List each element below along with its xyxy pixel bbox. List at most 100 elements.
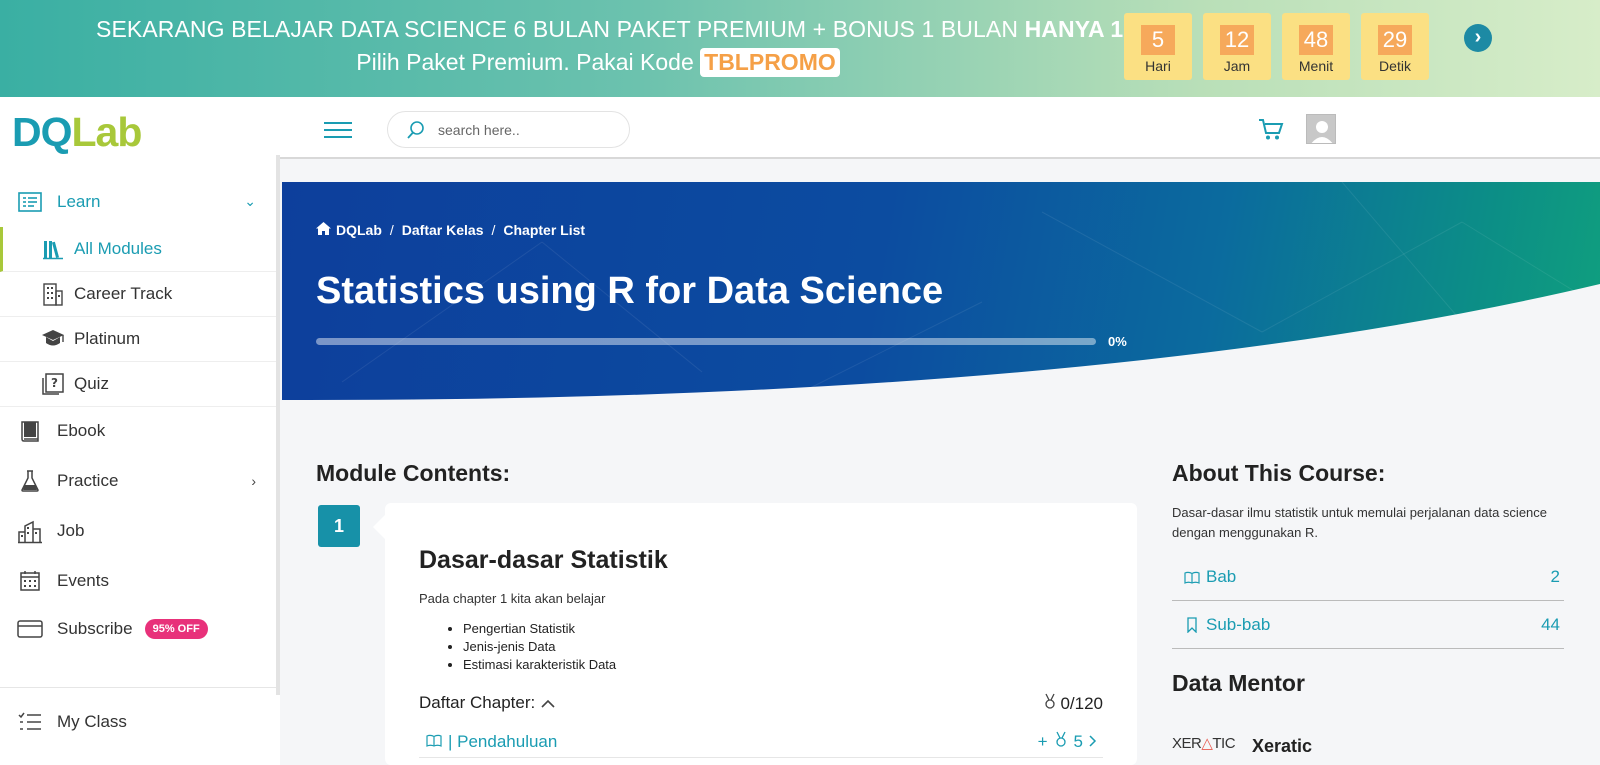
breadcrumb-current: Chapter List (503, 222, 586, 238)
mentor-logo-text: XER (1172, 735, 1202, 752)
sidebar-item-label: Ebook (57, 420, 106, 440)
medal-icon (1054, 731, 1068, 752)
countdown-hours: 12 Jam (1203, 13, 1271, 80)
dqlab-logo[interactable]: DQLab (12, 109, 142, 156)
points-value: 0/120 (1060, 693, 1103, 713)
course-progress-bar (316, 338, 1096, 345)
list-item: Pengertian Statistik (463, 621, 616, 636)
sidebar-item-all-modules[interactable]: All Modules (0, 227, 276, 272)
chapter-row-label: | Pendahuluan (448, 731, 558, 751)
progress-percent: 0% (1108, 334, 1127, 349)
book-icon (17, 418, 43, 444)
learn-icon (17, 189, 43, 215)
mentor-name[interactable]: Xeratic (1252, 736, 1312, 757)
promo-subline-text: Pilih Paket Premium. Pakai Kode (356, 49, 694, 75)
subbab-count: 44 (1541, 615, 1560, 634)
chevron-right-icon[interactable]: › (1464, 24, 1492, 52)
about-row-subbab: Sub-bab 44 (1172, 602, 1564, 649)
graduation-cap-icon (40, 326, 66, 352)
data-mentor-heading: Data Mentor (1172, 670, 1305, 696)
sidebar-item-events[interactable]: Events (0, 558, 276, 603)
open-book-icon (426, 732, 442, 752)
countdown-value: 48 (1299, 25, 1333, 55)
chapter-points: 0/120 (1043, 693, 1103, 714)
chevron-down-icon: ⌄ (244, 193, 256, 209)
chevron-up-icon (541, 695, 555, 711)
sidebar-item-label: Platinum (74, 329, 141, 348)
about-course-description: Dasar-dasar ilmu statistik untuk memulai… (1172, 505, 1548, 540)
subbab-label: Sub-bab (1206, 615, 1271, 634)
daftar-chapter-label: Daftar Chapter: (419, 693, 536, 712)
countdown-label: Detik (1379, 58, 1411, 74)
promo-headline: SEKARANG BELAJAR DATA SCIENCE 6 BULAN PA… (96, 16, 1173, 43)
search-icon (406, 120, 426, 140)
promo-headline-text: SEKARANG BELAJAR DATA SCIENCE 6 BULAN PA… (96, 16, 1019, 42)
list-item: Jenis-jenis Data (463, 639, 616, 654)
hamburger-menu-icon[interactable] (324, 122, 352, 138)
user-avatar[interactable] (1306, 114, 1336, 144)
sidebar-item-label: Learn (57, 191, 101, 211)
home-icon[interactable] (316, 222, 331, 238)
breadcrumb-link-daftar-kelas[interactable]: Daftar Kelas (402, 222, 484, 238)
countdown-timer: 5 Hari 12 Jam 48 Menit 29 Detik (1124, 13, 1429, 80)
chapter-intro: Pada chapter 1 kita akan belajar (419, 591, 606, 606)
bookmark-icon (1184, 617, 1200, 634)
chapter-title: Dasar-dasar Statistik (419, 546, 668, 574)
checklist-icon (17, 709, 43, 735)
search-box[interactable] (387, 111, 630, 148)
sidebar-item-learn[interactable]: Learn ⌄ (0, 179, 276, 224)
flask-icon (17, 468, 43, 494)
course-hero: DQLab / Daftar Kelas / Chapter List Stat… (282, 182, 1600, 404)
medal-icon (1043, 693, 1057, 714)
countdown-seconds: 29 Detik (1361, 13, 1429, 80)
sidebar-item-job[interactable]: Job (0, 508, 276, 553)
module-contents-heading: Module Contents: (316, 460, 511, 486)
about-course-heading: About This Course: (1172, 460, 1386, 486)
search-input[interactable] (438, 121, 608, 138)
chapter-card: Dasar-dasar Statistik Pada chapter 1 kit… (373, 503, 1137, 765)
countdown-label: Jam (1223, 58, 1251, 74)
countdown-label: Hari (1145, 58, 1171, 74)
promo-subline: Pilih Paket Premium. Pakai Kode TBLPROMO (96, 48, 1100, 77)
calendar-icon (17, 568, 43, 594)
sidebar-scrollbar[interactable] (276, 155, 280, 695)
discount-badge: 95% OFF (144, 618, 208, 639)
open-book-icon (1184, 569, 1200, 585)
triangle-icon: △ (1201, 735, 1213, 752)
sidebar-item-quiz[interactable]: ? Quiz (0, 362, 276, 407)
daftar-chapter-toggle[interactable]: Daftar Chapter: (419, 693, 555, 713)
card-pointer (373, 515, 385, 539)
chevron-right-icon (1089, 732, 1097, 752)
breadcrumb-separator: / (389, 222, 394, 238)
about-row-bab: Bab 2 (1172, 554, 1564, 601)
sidebar-item-ebook[interactable]: Ebook (0, 408, 276, 453)
building-icon (40, 281, 66, 307)
chapter-row-points: 5 (1073, 731, 1083, 751)
breadcrumb-link-dqlab[interactable]: DQLab (336, 222, 382, 238)
sidebar-item-label: Job (57, 520, 85, 540)
sidebar-item-platinum[interactable]: Platinum (0, 317, 276, 362)
top-bar (280, 97, 1600, 159)
chapter-row-pendahuluan[interactable]: | Pendahuluan + 5 (419, 726, 1103, 758)
course-title: Statistics using R for Data Science (316, 270, 944, 312)
mentor-logo-text: TIC (1212, 735, 1236, 752)
sidebar-item-career-track[interactable]: Career Track (0, 272, 276, 317)
chapter-row-meta: + 5 (1038, 731, 1097, 752)
breadcrumb-separator: / (491, 222, 496, 238)
xeratic-logo: XER△TIC (1172, 734, 1236, 752)
countdown-days: 5 Hari (1124, 13, 1192, 80)
sidebar-item-my-class[interactable]: My Class (0, 699, 276, 744)
sidebar-item-label: Quiz (74, 374, 109, 393)
chapter-number-badge: 1 (318, 505, 360, 547)
plus-sign: + (1037, 731, 1048, 751)
cart-icon[interactable] (1258, 117, 1284, 141)
sidebar-item-subscribe[interactable]: Subscribe 95% OFF (0, 606, 276, 651)
sidebar-item-label: Events (57, 570, 109, 590)
chapter-topic-list: Pengertian Statistik Jenis-jenis Data Es… (463, 621, 616, 675)
quiz-icon: ? (40, 371, 66, 397)
sidebar-item-label: Subscribe (57, 618, 133, 638)
bab-label: Bab (1206, 567, 1237, 586)
chevron-right-icon: › (251, 472, 256, 489)
sidebar-item-practice[interactable]: Practice › (0, 458, 276, 503)
sidebar: DQLab Learn ⌄ All Modules Career Track P… (0, 97, 280, 765)
